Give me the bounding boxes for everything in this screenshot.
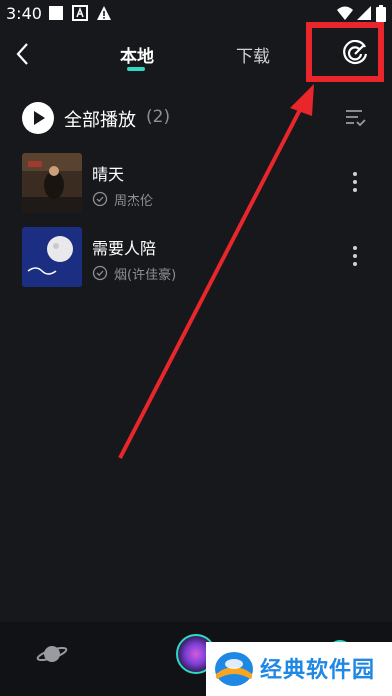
- tab-local[interactable]: 本地: [120, 42, 154, 67]
- battery-icon: [376, 5, 386, 22]
- tab-download[interactable]: 下载: [236, 42, 270, 67]
- song-item[interactable]: 需要人陪 烟(许佳豪): [22, 227, 382, 289]
- notification-square-icon: [49, 6, 63, 20]
- song-artist: 周杰伦: [114, 194, 154, 209]
- song-count: (2): [146, 107, 171, 127]
- play-all-row[interactable]: 全部播放 (2): [22, 102, 374, 134]
- more-options-icon[interactable]: [352, 245, 358, 267]
- back-arrow-icon[interactable]: [12, 40, 34, 68]
- planet-icon[interactable]: [36, 642, 68, 666]
- downloaded-check-icon: [92, 265, 108, 281]
- song-artist: 烟(许佳豪): [114, 268, 177, 283]
- song-title: 需要人陪: [92, 239, 157, 258]
- play-all-label: 全部播放: [64, 110, 136, 131]
- song-item[interactable]: 晴天 周杰伦: [22, 153, 382, 215]
- watermark: 经典软件园: [206, 642, 392, 696]
- signal-icon: [357, 6, 371, 20]
- font-notification-icon: [72, 5, 88, 21]
- song-title: 晴天: [92, 165, 125, 184]
- warning-icon: [97, 6, 111, 20]
- status-time: 3:40: [6, 4, 42, 23]
- play-all-button[interactable]: [22, 102, 54, 134]
- more-options-icon[interactable]: [352, 171, 358, 193]
- multi-select-icon[interactable]: [344, 108, 366, 128]
- watermark-logo-icon: [215, 652, 253, 686]
- album-cover-qingtian: [22, 153, 82, 213]
- play-icon: [34, 111, 45, 125]
- wifi-icon: [337, 6, 353, 20]
- downloaded-check-icon: [92, 191, 108, 207]
- watermark-text: 经典软件园: [260, 658, 376, 683]
- scan-music-icon[interactable]: [341, 40, 369, 68]
- active-tab-indicator: [127, 67, 145, 71]
- album-cover-xuyaorenpei: [22, 227, 82, 287]
